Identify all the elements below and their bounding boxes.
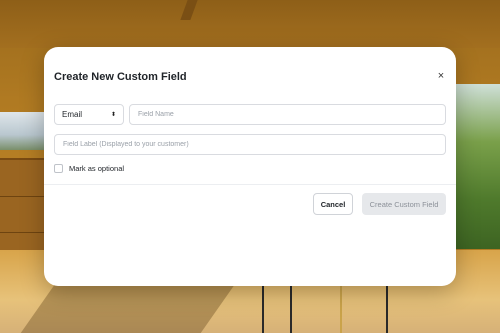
create-custom-field-dialog: Create New Custom Field × Email ⬍ Mark a…: [44, 47, 456, 286]
cancel-button[interactable]: Cancel: [313, 193, 353, 215]
cabinet-line: [0, 196, 46, 197]
field-name-input[interactable]: [129, 104, 446, 125]
chair-leg: [290, 285, 292, 333]
create-custom-field-button[interactable]: Create Custom Field: [362, 193, 446, 215]
cabinet-line: [0, 232, 46, 233]
background-window-left: [0, 112, 46, 150]
optional-checkbox-label: Mark as optional: [69, 164, 125, 173]
optional-checkbox[interactable]: [54, 164, 63, 173]
close-icon[interactable]: ×: [434, 69, 448, 83]
optional-checkbox-row[interactable]: Mark as optional: [54, 164, 124, 173]
field-type-value: Email: [62, 110, 83, 119]
background-window-right: [455, 84, 500, 249]
background-ceiling: [0, 0, 500, 48]
field-label-input[interactable]: [54, 134, 446, 155]
chair-leg: [262, 285, 264, 333]
dialog-title: Create New Custom Field: [54, 71, 187, 83]
chair-leg: [386, 285, 388, 333]
background-shadow: [20, 278, 240, 333]
dialog-divider: [44, 184, 456, 185]
table-leg: [340, 285, 342, 333]
chevron-up-down-icon: ⬍: [110, 111, 116, 118]
field-type-select[interactable]: Email ⬍: [54, 104, 124, 125]
